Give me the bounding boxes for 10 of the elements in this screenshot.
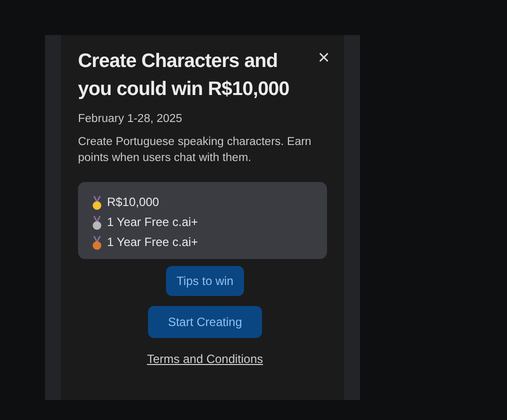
description-text: Create Portuguese speaking characters. Earn points when users chat with them.: [78, 135, 312, 166]
close-button[interactable]: ×: [318, 49, 330, 67]
start-button[interactable]: Start Creating: [148, 306, 262, 338]
prize-text: 1 Year Free c.ai+: [107, 234, 198, 251]
date-text: February 1-28, 2025: [78, 113, 184, 125]
prize-text: 1 Year Free c.ai+: [107, 214, 198, 231]
dialog-title: Create Characters and you could win R$10,000: [78, 49, 290, 102]
tips-button[interactable]: Tips to win: [166, 266, 244, 296]
terms-link[interactable]: Terms and Conditions: [146, 352, 264, 366]
prize-text: R$10,000: [107, 194, 160, 211]
